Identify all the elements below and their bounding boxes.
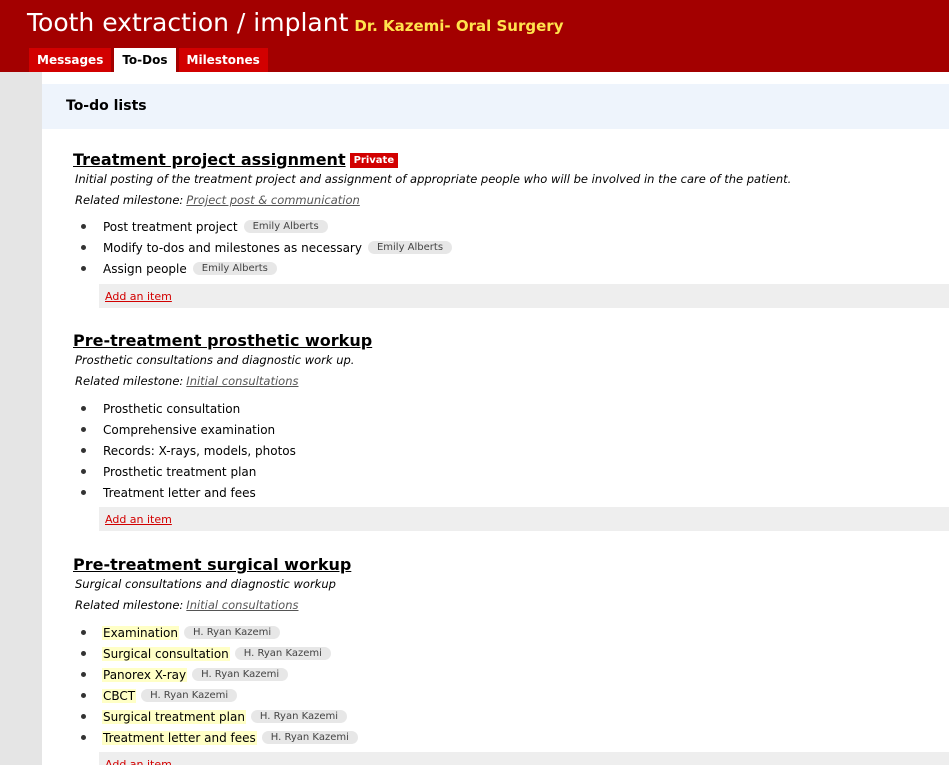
todo-item-text: Assign people bbox=[103, 261, 187, 276]
left-gutter bbox=[0, 72, 42, 765]
todo-item-text: Prosthetic consultation bbox=[103, 401, 241, 416]
tab-todos[interactable]: To-Dos bbox=[114, 48, 176, 72]
todo-item[interactable]: Post treatment project Emily Alberts bbox=[81, 216, 452, 237]
milestone-link[interactable]: Initial consultations bbox=[186, 374, 298, 388]
todo-items: Examination H. Ryan Kazemi Surgical cons… bbox=[81, 622, 358, 748]
bullet-icon bbox=[81, 630, 86, 635]
todo-item[interactable]: Comprehensive examination bbox=[81, 419, 297, 440]
tab-milestones[interactable]: Milestones bbox=[178, 48, 268, 72]
project-title: Tooth extraction / implant bbox=[27, 8, 349, 37]
assignee-badge: Emily Alberts bbox=[367, 241, 453, 254]
todo-items: Post treatment project Emily Alberts Mod… bbox=[81, 216, 453, 279]
todo-item-text: Surgical consultation bbox=[102, 646, 230, 661]
section-header: To-do lists bbox=[42, 84, 949, 129]
list-title[interactable]: Pre-treatment prosthetic workup bbox=[73, 331, 372, 350]
todo-item[interactable]: Surgical consultation H. Ryan Kazemi bbox=[81, 643, 358, 664]
bullet-icon bbox=[81, 714, 86, 719]
related-milestone-label: Related milestone: bbox=[75, 193, 184, 207]
add-item-link[interactable]: Add an item bbox=[105, 758, 172, 765]
assignee-badge: Emily Alberts bbox=[243, 220, 328, 233]
todo-item-text: Post treatment project bbox=[103, 219, 238, 234]
title-row: Tooth extraction / implant Dr. Kazemi- Or… bbox=[27, 8, 563, 37]
assignee-badge: H. Ryan Kazemi bbox=[234, 647, 331, 660]
todo-item[interactable]: Treatment letter and fees H. Ryan Kazemi bbox=[81, 727, 358, 748]
add-item-link[interactable]: Add an item bbox=[105, 513, 172, 526]
assignee-badge: H. Ryan Kazemi bbox=[141, 689, 238, 702]
related-milestone: Related milestone: Project post & communi… bbox=[75, 193, 360, 207]
related-milestone-label: Related milestone: bbox=[75, 598, 184, 612]
list-description: Prosthetic consultations and diagnostic … bbox=[75, 353, 355, 367]
add-item-bar: Add an item bbox=[99, 752, 949, 765]
todo-item-text: Modify to-dos and milestones as necessar… bbox=[103, 240, 362, 255]
bullet-icon bbox=[81, 672, 86, 677]
todo-item[interactable]: Records: X-rays, models, photos bbox=[81, 440, 297, 461]
bullet-icon bbox=[81, 266, 86, 271]
list-title[interactable]: Pre-treatment surgical workup bbox=[73, 555, 351, 574]
todo-item[interactable]: Modify to-dos and milestones as necessar… bbox=[81, 237, 453, 258]
todo-item[interactable]: CBCT H. Ryan Kazemi bbox=[81, 685, 358, 706]
main-content: To-do lists Treatment project assignment… bbox=[42, 72, 949, 765]
bullet-icon bbox=[81, 469, 86, 474]
bullet-icon bbox=[81, 427, 86, 432]
project-header: Tooth extraction / implant Dr. Kazemi- Or… bbox=[0, 0, 949, 72]
milestone-link[interactable]: Initial consultations bbox=[186, 598, 298, 612]
todo-item-text: Examination bbox=[102, 625, 180, 640]
todo-item[interactable]: Surgical treatment plan H. Ryan Kazemi bbox=[81, 706, 358, 727]
todo-item[interactable]: Assign people Emily Alberts bbox=[81, 258, 452, 279]
todo-item[interactable]: Prosthetic treatment plan bbox=[81, 461, 297, 482]
todo-item[interactable]: Examination H. Ryan Kazemi bbox=[81, 622, 358, 643]
list-description: Initial posting of the treatment project… bbox=[75, 172, 792, 186]
todo-item-text: Treatment letter and fees bbox=[103, 485, 256, 500]
todo-item-text: Comprehensive examination bbox=[103, 422, 276, 437]
add-item-bar: Add an item bbox=[99, 507, 949, 531]
add-item-bar: Add an item bbox=[99, 284, 949, 308]
section-title: To-do lists bbox=[66, 98, 147, 114]
assignee-badge: H. Ryan Kazemi bbox=[192, 668, 289, 681]
todo-item[interactable]: Prosthetic consultation bbox=[81, 398, 297, 419]
list-description: Surgical consultations and diagnostic wo… bbox=[75, 577, 336, 591]
tab-bar: Messages To-Dos Milestones bbox=[29, 48, 268, 72]
bullet-icon bbox=[81, 245, 86, 250]
bullet-icon bbox=[81, 651, 86, 656]
bullet-icon bbox=[81, 735, 86, 740]
list-title[interactable]: Treatment project assignment bbox=[73, 150, 346, 169]
private-badge: Private bbox=[349, 153, 399, 168]
todo-items: Prosthetic consultation Comprehensive ex… bbox=[81, 398, 297, 503]
todo-item[interactable]: Panorex X-ray H. Ryan Kazemi bbox=[81, 664, 358, 685]
assignee-badge: Emily Alberts bbox=[192, 262, 277, 275]
todo-item-text: Records: X-rays, models, photos bbox=[103, 443, 296, 458]
list-title-row: Pre-treatment surgical workup bbox=[73, 555, 351, 574]
list-title-row: Treatment project assignment Private bbox=[73, 150, 399, 169]
todo-item-text: CBCT bbox=[102, 688, 137, 703]
bullet-icon bbox=[81, 490, 86, 495]
assignee-badge: H. Ryan Kazemi bbox=[250, 710, 348, 723]
todo-item-text: Panorex X-ray bbox=[102, 667, 188, 682]
bullet-icon bbox=[81, 406, 86, 411]
bullet-icon bbox=[81, 693, 86, 698]
add-item-link[interactable]: Add an item bbox=[105, 290, 172, 303]
company-name: Dr. Kazemi- Oral Surgery bbox=[354, 17, 564, 35]
list-title-row: Pre-treatment prosthetic workup bbox=[73, 331, 372, 350]
todo-item[interactable]: Treatment letter and fees bbox=[81, 482, 297, 503]
todo-item-text: Treatment letter and fees bbox=[102, 730, 257, 745]
bullet-icon bbox=[81, 448, 86, 453]
assignee-badge: H. Ryan Kazemi bbox=[184, 626, 281, 639]
related-milestone: Related milestone: Initial consultations bbox=[75, 598, 298, 612]
milestone-link[interactable]: Project post & communication bbox=[186, 193, 360, 207]
assignee-badge: H. Ryan Kazemi bbox=[261, 731, 358, 744]
tab-messages[interactable]: Messages bbox=[29, 48, 112, 72]
bullet-icon bbox=[81, 224, 86, 229]
todo-item-text: Surgical treatment plan bbox=[102, 709, 246, 724]
related-milestone: Related milestone: Initial consultations bbox=[75, 374, 298, 388]
todo-item-text: Prosthetic treatment plan bbox=[103, 464, 257, 479]
related-milestone-label: Related milestone: bbox=[75, 374, 184, 388]
